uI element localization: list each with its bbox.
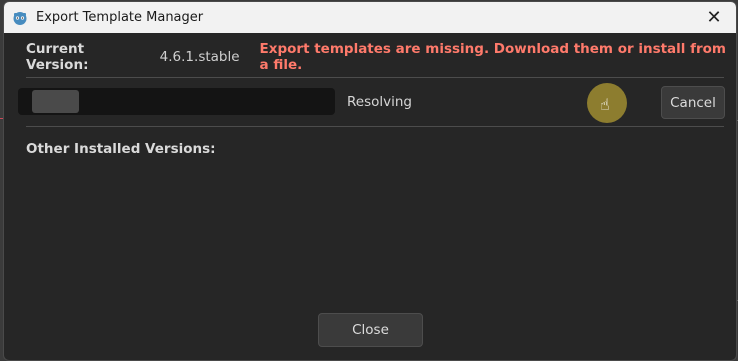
current-version-row: Current Version: 4.6.1.stable Export tem…	[26, 41, 726, 73]
separator	[26, 126, 724, 127]
other-installed-versions-label: Other Installed Versions:	[26, 141, 216, 157]
export-template-manager-dialog: Export Template Manager ✕ Current Versio…	[3, 1, 737, 361]
window-title: Export Template Manager	[36, 10, 204, 25]
hand-cursor-icon: ☝	[600, 95, 610, 114]
cancel-button[interactable]: Cancel	[661, 86, 725, 119]
current-version-value: 4.6.1.stable	[159, 49, 240, 65]
godot-icon	[12, 10, 28, 26]
separator	[26, 77, 724, 78]
close-button[interactable]: Close	[318, 313, 423, 347]
close-icon[interactable]: ✕	[692, 2, 736, 33]
download-progress-bar	[18, 88, 335, 115]
title-bar: Export Template Manager ✕	[4, 2, 736, 33]
missing-templates-warning: Export templates are missing. Download t…	[259, 41, 726, 73]
current-version-label: Current Version:	[26, 41, 89, 73]
download-progress-indicator	[32, 90, 79, 113]
download-status-text: Resolving	[347, 94, 412, 110]
